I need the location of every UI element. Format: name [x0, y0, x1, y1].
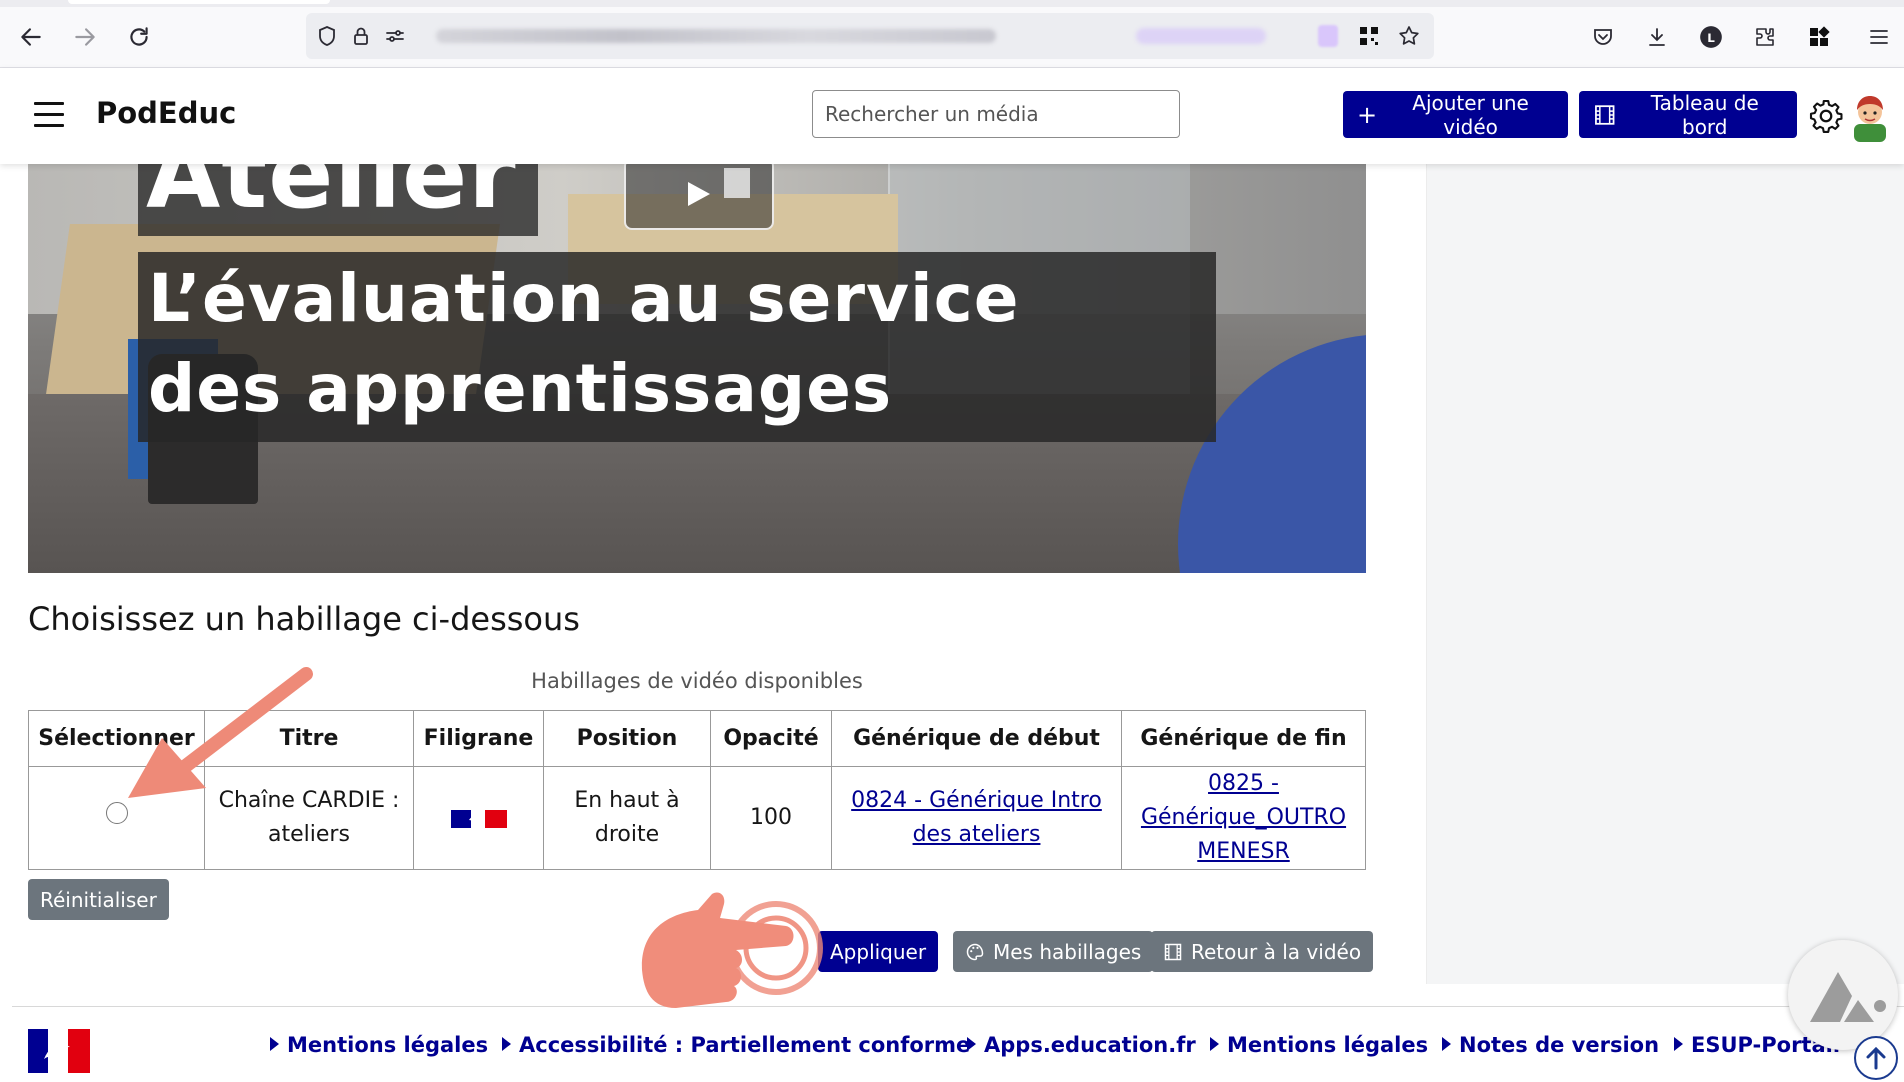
outro-cell: 0825 - Générique_OUTRO MENESR: [1121, 766, 1366, 870]
triangle-icon: [967, 1037, 976, 1051]
film-icon: [1595, 104, 1615, 125]
footer-link-release-notes-label: Notes de version: [1459, 1033, 1660, 1057]
back-to-video-label: Retour à la vidéo: [1191, 939, 1362, 964]
triangle-icon: [1442, 1037, 1451, 1051]
plus-icon: +: [1357, 100, 1378, 129]
footer-link-legal-2-label: Mentions légales: [1227, 1033, 1429, 1057]
footer-link-accessibility-label: Accessibilité : Partiellement conforme: [519, 1033, 971, 1057]
extension-blurred: [1318, 25, 1338, 47]
watermark-logo: [450, 807, 507, 829]
browser-toolbar: L: [0, 0, 1904, 68]
footer-link-apps-label: Apps.education.fr: [984, 1033, 1196, 1057]
film-icon: [1164, 943, 1182, 960]
gear-icon[interactable]: [1808, 98, 1844, 134]
scroll-to-top-button[interactable]: [1854, 1036, 1898, 1080]
col-position: Position: [543, 710, 711, 767]
profile-l-icon[interactable]: L: [1694, 20, 1728, 54]
right-sidebar: [1426, 164, 1904, 984]
outro-link[interactable]: 0825 - Générique_OUTRO MENESR: [1141, 771, 1346, 864]
lock-icon[interactable]: [344, 19, 378, 53]
page-heading: Choisissez un habillage ci-dessous: [28, 600, 580, 638]
video-preview[interactable]: Atelier L’évaluation au service des appr…: [28, 164, 1366, 573]
col-intro: Générique de début: [831, 710, 1122, 767]
assistant-logo-icon: [1810, 972, 1886, 1022]
back-to-video-button[interactable]: Retour à la vidéo: [1151, 931, 1374, 972]
footer-link-release-notes[interactable]: Notes de version: [1442, 1033, 1659, 1057]
triangle-icon: [502, 1037, 511, 1051]
col-watermark: Filigrane: [413, 710, 544, 767]
site-header: PodEduc + Ajouter une vidéo Tableau de b…: [0, 68, 1904, 164]
opacity-cell: 100: [710, 766, 832, 870]
apply-button[interactable]: Appliquer: [818, 931, 939, 972]
help-widget-button[interactable]: [1788, 940, 1898, 1050]
video-title-top: Atelier: [146, 164, 517, 230]
add-video-button[interactable]: + Ajouter une vidéo: [1343, 90, 1568, 139]
reload-icon[interactable]: [122, 20, 156, 54]
palette-icon: [966, 943, 984, 960]
search-input[interactable]: [812, 90, 1180, 138]
triangle-icon: [270, 1037, 279, 1051]
my-skins-label: Mes habillages: [993, 939, 1142, 964]
user-avatar[interactable]: [1848, 90, 1892, 142]
bookmark-star-icon[interactable]: [1392, 19, 1426, 53]
back-icon[interactable]: [14, 20, 48, 54]
site-brand[interactable]: PodEduc: [96, 96, 236, 130]
video-title-line2: des apprentissages: [148, 350, 893, 427]
download-icon[interactable]: [1640, 20, 1674, 54]
svg-text:L: L: [1707, 31, 1715, 45]
position-cell: En haut à droite: [543, 766, 711, 870]
url-text-blurred: [436, 29, 996, 43]
triangle-icon: [1674, 1037, 1683, 1051]
url-badge-blurred: [1136, 28, 1266, 44]
permissions-icon[interactable]: [378, 19, 412, 53]
extensions-icon[interactable]: [1748, 20, 1782, 54]
forward-icon[interactable]: [68, 20, 102, 54]
col-opacity: Opacité: [710, 710, 832, 767]
apps-grid-icon[interactable]: [1802, 20, 1836, 54]
my-skins-button[interactable]: Mes habillages: [953, 931, 1154, 972]
reset-button[interactable]: Réinitialiser: [28, 879, 169, 920]
play-icon: [688, 168, 750, 206]
intro-cell: 0824 - Générique Intro des ateliers: [831, 766, 1122, 870]
republique-francaise-logo: [28, 1029, 90, 1073]
url-bar[interactable]: [306, 13, 1434, 59]
play-button[interactable]: [624, 164, 774, 230]
add-video-label: Ajouter une vidéo: [1412, 90, 1529, 139]
intro-link[interactable]: 0824 - Générique Intro des ateliers: [851, 788, 1102, 847]
pointer-hand-icon: [641, 892, 823, 1008]
menu-icon[interactable]: [1862, 20, 1896, 54]
footer-link-legal-label: Mentions légales: [287, 1033, 489, 1057]
footer-link-legal[interactable]: Mentions légales: [270, 1033, 488, 1057]
arrow-up-icon: [1866, 1046, 1886, 1070]
active-tab[interactable]: [68, 0, 330, 4]
video-title-line1: L’évaluation au service: [148, 260, 1020, 337]
annotation-arrow: [128, 667, 313, 798]
footer-link-apps[interactable]: Apps.education.fr: [967, 1033, 1196, 1057]
footer-link-legal-2[interactable]: Mentions légales: [1210, 1033, 1428, 1057]
watermark-cell: [413, 766, 544, 870]
qr-code-icon[interactable]: [1352, 19, 1386, 53]
pocket-icon[interactable]: [1586, 20, 1620, 54]
triangle-icon: [1210, 1037, 1219, 1051]
hamburger-menu-icon[interactable]: [34, 102, 64, 130]
shield-icon[interactable]: [310, 19, 344, 53]
dashboard-label: Tableau de bord: [1650, 90, 1759, 139]
footer-link-accessibility[interactable]: Accessibilité : Partiellement conforme: [502, 1033, 970, 1057]
site-footer: Mentions légales Accessibilité : Partiel…: [12, 1006, 1904, 1073]
col-outro: Générique de fin: [1121, 710, 1366, 767]
dashboard-button[interactable]: Tableau de bord: [1579, 90, 1797, 139]
